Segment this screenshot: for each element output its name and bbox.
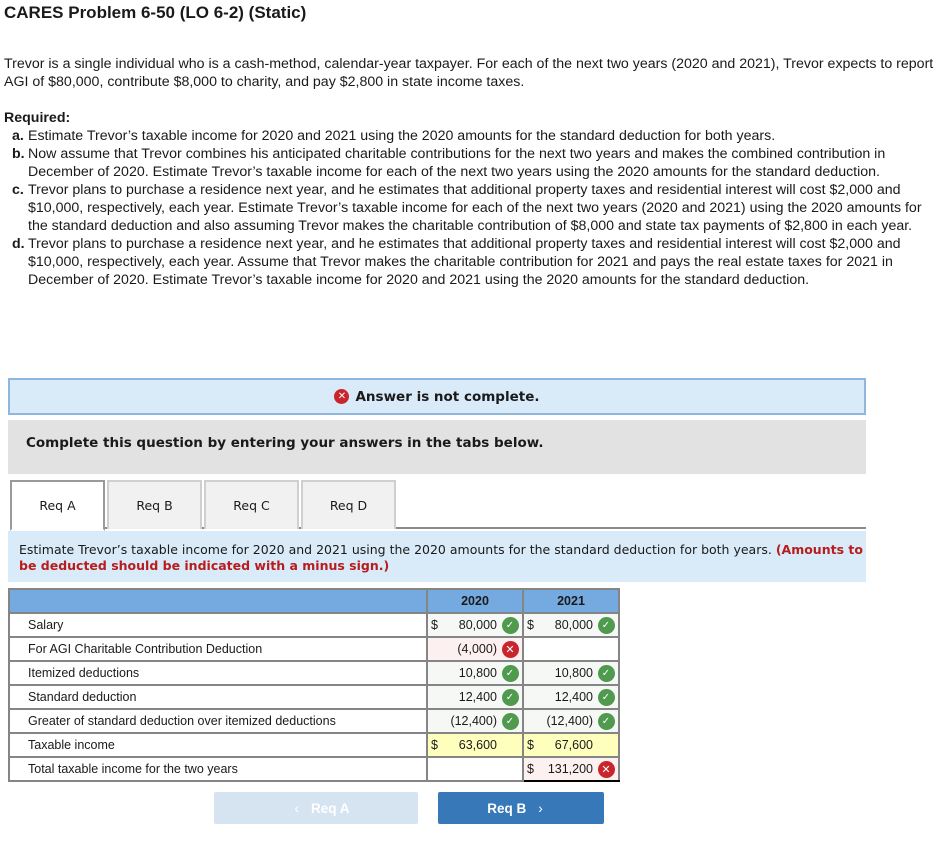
answer-table: 2020 2021 Salary $ 80,000 ✓ $ 80,000 ✓ F… bbox=[8, 588, 620, 782]
next-button-label: Req B bbox=[487, 800, 527, 816]
cell-value: 63,600 bbox=[458, 738, 497, 752]
table-row: For AGI Charitable Contribution Deductio… bbox=[8, 636, 620, 662]
input-salary-2021[interactable]: $ 80,000 ✓ bbox=[522, 612, 620, 638]
tab-bar: Req A Req B Req C Req D bbox=[10, 480, 866, 531]
table-row: Greater of standard deduction over itemi… bbox=[8, 708, 620, 734]
dollar-sign: $ bbox=[431, 618, 438, 632]
dollar-sign: $ bbox=[527, 738, 534, 752]
check-circle-icon: ✓ bbox=[597, 688, 615, 706]
cell-value: 12,400 bbox=[554, 690, 593, 704]
cell-value: (4,000) bbox=[457, 642, 497, 656]
table-row: Itemized deductions 10,800 ✓ 10,800 ✓ bbox=[8, 660, 620, 686]
empty-cell bbox=[426, 756, 523, 782]
dollar-sign: $ bbox=[527, 618, 534, 632]
input-standard-2020[interactable]: 12,400 ✓ bbox=[426, 684, 524, 710]
required-item-d: d. Trevor plans to purchase a residence … bbox=[4, 235, 944, 289]
dollar-sign: $ bbox=[527, 762, 534, 776]
cell-value: (12,400) bbox=[450, 714, 497, 728]
check-circle-icon: ✓ bbox=[501, 688, 519, 706]
row-label: Itemized deductions bbox=[8, 660, 428, 686]
check-circle-icon: ✓ bbox=[597, 616, 615, 634]
item-label: c. bbox=[12, 182, 24, 198]
page-title: CARES Problem 6-50 (LO 6-2) (Static) bbox=[4, 3, 307, 22]
row-label: Salary bbox=[8, 612, 428, 638]
cell-value: 10,800 bbox=[458, 666, 497, 680]
row-label: Total taxable income for the two years bbox=[8, 756, 428, 782]
check-circle-icon: ✓ bbox=[597, 664, 615, 682]
table-row: Standard deduction 12,400 ✓ 12,400 ✓ bbox=[8, 684, 620, 710]
check-circle-icon: ✓ bbox=[501, 712, 519, 730]
header-2021: 2021 bbox=[522, 588, 620, 614]
cell-value: 10,800 bbox=[554, 666, 593, 680]
required-item-a: a. Estimate Trevor’s taxable income for … bbox=[4, 127, 944, 145]
x-circle-icon: ✕ bbox=[597, 760, 615, 778]
dollar-sign: $ bbox=[431, 738, 438, 752]
required-item-c: c. Trevor plans to purchase a residence … bbox=[4, 181, 944, 235]
input-charitable-2020[interactable]: (4,000) ✕ bbox=[426, 636, 524, 662]
next-req-b-button[interactable]: Req B › bbox=[438, 792, 604, 824]
item-label: b. bbox=[12, 146, 25, 162]
header-2020: 2020 bbox=[426, 588, 524, 614]
cell-value: 12,400 bbox=[458, 690, 497, 704]
row-label: For AGI Charitable Contribution Deductio… bbox=[8, 636, 428, 662]
item-text: Trevor plans to purchase a residence nex… bbox=[28, 236, 901, 288]
required-heading: Required: bbox=[4, 110, 71, 126]
status-banner-text: Answer is not complete. bbox=[355, 388, 540, 405]
item-text: Trevor plans to purchase a residence nex… bbox=[28, 182, 922, 234]
row-label: Taxable income bbox=[8, 732, 428, 758]
input-total-taxable-income[interactable]: $ 131,200 ✕ bbox=[522, 756, 620, 782]
taxable-income-2020: $ 63,600 bbox=[426, 732, 524, 758]
task-text: Estimate Trevor’s taxable income for 202… bbox=[19, 542, 772, 557]
taxable-income-2021: $ 67,600 bbox=[522, 732, 620, 758]
task-description: Estimate Trevor’s taxable income for 202… bbox=[8, 531, 866, 582]
cell-value: 80,000 bbox=[554, 618, 593, 632]
tab-req-a[interactable]: Req A bbox=[10, 480, 105, 531]
item-text: Estimate Trevor’s taxable income for 202… bbox=[28, 128, 776, 144]
prev-button-label: Req A bbox=[310, 800, 350, 816]
tab-req-b[interactable]: Req B bbox=[107, 480, 202, 529]
check-circle-icon: ✓ bbox=[501, 664, 519, 682]
cell-value: 131,200 bbox=[547, 762, 593, 776]
row-label: Greater of standard deduction over itemi… bbox=[8, 708, 428, 734]
table-header-row: 2020 2021 bbox=[8, 588, 620, 614]
input-standard-2021[interactable]: 12,400 ✓ bbox=[522, 684, 620, 710]
check-circle-icon: ✓ bbox=[501, 616, 519, 634]
item-label: d. bbox=[12, 236, 25, 252]
input-itemized-2020[interactable]: 10,800 ✓ bbox=[426, 660, 524, 686]
input-itemized-2021[interactable]: 10,800 ✓ bbox=[522, 660, 620, 686]
required-section: Required: a. Estimate Trevor’s taxable i… bbox=[4, 109, 944, 289]
tab-req-c[interactable]: Req C bbox=[204, 480, 299, 529]
header-blank bbox=[8, 588, 428, 614]
table-row: Salary $ 80,000 ✓ $ 80,000 ✓ bbox=[8, 612, 620, 638]
item-text: Now assume that Trevor combines his anti… bbox=[28, 146, 886, 180]
x-circle-icon: ✕ bbox=[334, 389, 350, 404]
prev-req-a-button[interactable]: ‹ Req A bbox=[214, 792, 418, 824]
cell-value: 80,000 bbox=[458, 618, 497, 632]
cell-value: 67,600 bbox=[554, 738, 593, 752]
tab-req-d[interactable]: Req D bbox=[301, 480, 396, 529]
input-greater-2020[interactable]: (12,400) ✓ bbox=[426, 708, 524, 734]
row-label: Standard deduction bbox=[8, 684, 428, 710]
input-charitable-2021[interactable] bbox=[522, 636, 620, 662]
problem-intro: Trevor is a single individual who is a c… bbox=[4, 56, 934, 90]
table-row: Total taxable income for the two years $… bbox=[8, 756, 620, 782]
table-row: Taxable income $ 63,600 $ 67,600 bbox=[8, 732, 620, 758]
x-circle-icon: ✕ bbox=[501, 640, 519, 658]
required-item-b: b. Now assume that Trevor combines his a… bbox=[4, 145, 944, 181]
chevron-left-icon: ‹ bbox=[294, 800, 299, 816]
instructions: Complete this question by entering your … bbox=[8, 420, 866, 474]
chevron-right-icon: › bbox=[538, 800, 543, 816]
input-greater-2021[interactable]: (12,400) ✓ bbox=[522, 708, 620, 734]
check-circle-icon: ✓ bbox=[597, 712, 615, 730]
input-salary-2020[interactable]: $ 80,000 ✓ bbox=[426, 612, 524, 638]
item-label: a. bbox=[12, 128, 24, 144]
status-banner: ✕ Answer is not complete. bbox=[8, 378, 866, 415]
cell-value: (12,400) bbox=[546, 714, 593, 728]
